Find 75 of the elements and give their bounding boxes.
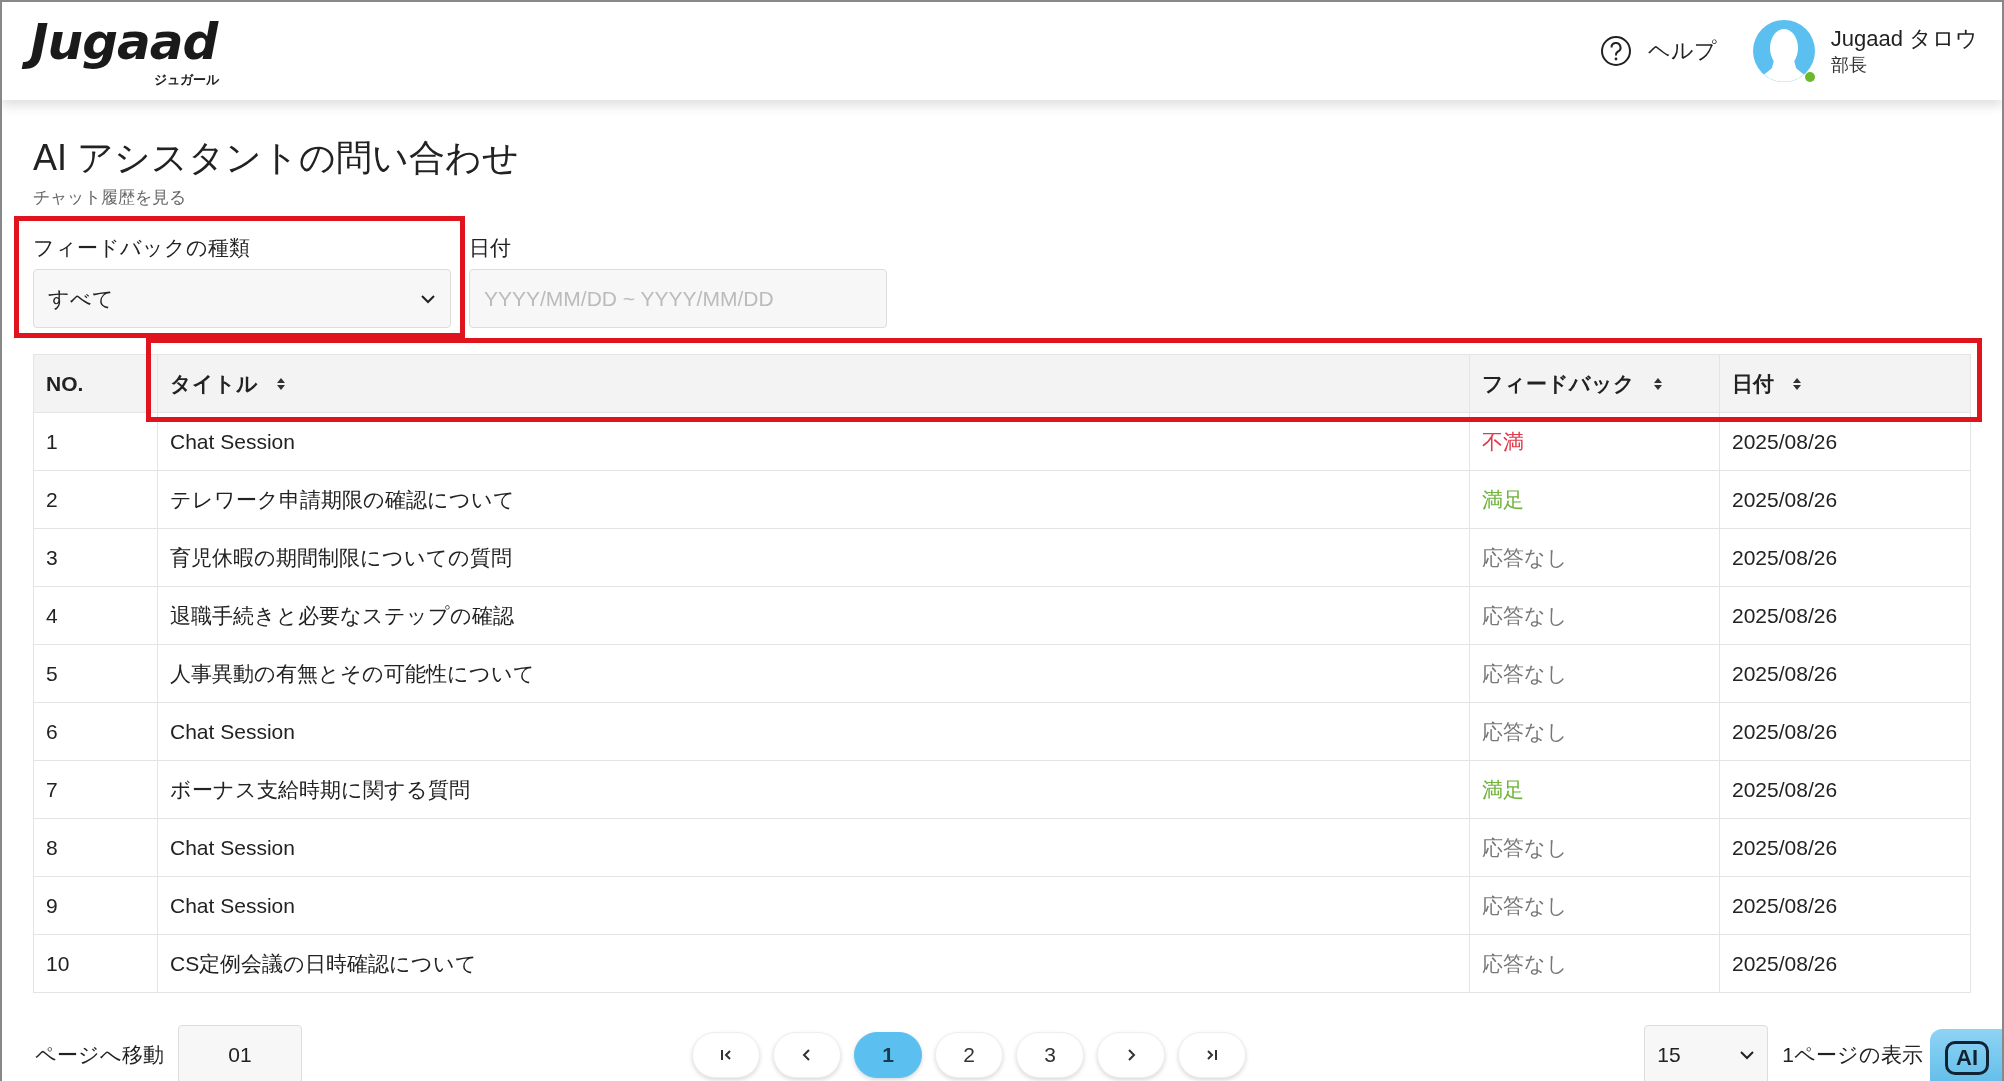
column-header[interactable]: フィードバック <box>1469 355 1719 412</box>
chevron-down-icon <box>420 293 436 304</box>
feedback-type-select[interactable]: すべて <box>33 269 451 328</box>
feedback-status: 応答なし <box>1482 660 1568 687</box>
chevron-down-icon <box>1739 1050 1756 1060</box>
row-number: 1 <box>33 413 157 470</box>
page-button[interactable]: 2 <box>935 1032 1003 1078</box>
feedback-status: 応答なし <box>1482 950 1568 977</box>
user-role: 部長 <box>1830 54 1868 77</box>
page-subtitle: チャット履歴を見る <box>33 188 186 207</box>
page-button[interactable]: 3 <box>1016 1032 1084 1078</box>
logo-subtitle: ジュガール <box>154 71 220 87</box>
page-title: AI アシスタントの問い合わせ <box>33 136 519 180</box>
chat-title[interactable]: 人事異動の有無とその可能性について <box>170 659 535 688</box>
date-cell: 2025/08/26 <box>1719 529 1971 586</box>
feedback-status: 応答なし <box>1482 834 1568 861</box>
user-name: Jugaad タロウ <box>1830 25 1978 53</box>
per-page-label: 1ページの表示 <box>1782 1042 1923 1068</box>
date-range-field[interactable]: YYYY/MM/DD ~ YYYY/MM/DD <box>469 269 887 328</box>
avatar-icon[interactable] <box>1752 20 1815 82</box>
feedback-status: 応答なし <box>1482 892 1568 919</box>
date-cell: 2025/08/26 <box>1719 645 1971 702</box>
chat-title[interactable]: Chat Session <box>170 429 295 454</box>
chat-title[interactable]: 退職手続きと必要なステップの確認 <box>170 601 514 630</box>
last-page-icon <box>1204 1047 1220 1063</box>
ai-assistant-button[interactable]: AI <box>1930 1029 2002 1081</box>
column-header[interactable]: 日付 <box>1719 355 1971 412</box>
feedback-status: 応答なし <box>1482 602 1568 629</box>
date-cell: 2025/08/26 <box>1719 703 1971 760</box>
sort-icon[interactable] <box>276 376 286 391</box>
feedback-status: 不満 <box>1482 428 1524 455</box>
row-number: 9 <box>33 877 157 934</box>
sort-icon[interactable] <box>1653 376 1663 391</box>
chat-title[interactable]: Chat Session <box>170 835 295 860</box>
per-page-select[interactable]: 15 <box>1644 1025 1769 1081</box>
row-number: 8 <box>33 819 157 876</box>
first-page-icon <box>718 1047 734 1063</box>
date-cell: 2025/08/26 <box>1719 587 1971 644</box>
help-icon <box>1599 35 1632 67</box>
feedback-status: 満足 <box>1482 486 1524 513</box>
page-jump-label: ページへ移動 <box>35 1042 164 1068</box>
sort-icon[interactable] <box>1792 376 1802 391</box>
feedback-status: 応答なし <box>1482 544 1568 571</box>
feedback-status: 満足 <box>1482 776 1524 803</box>
chat-title[interactable]: Chat Session <box>170 893 295 918</box>
row-number: 5 <box>33 645 157 702</box>
help-button[interactable]: ヘルプ <box>1599 35 1717 67</box>
row-number: 10 <box>33 935 157 992</box>
chat-title[interactable]: Chat Session <box>170 719 295 744</box>
column-header: NO. <box>33 355 157 412</box>
date-cell: 2025/08/26 <box>1719 819 1971 876</box>
date-cell: 2025/08/26 <box>1719 877 1971 934</box>
next-page-button[interactable] <box>1097 1032 1165 1078</box>
row-number: 7 <box>33 761 157 818</box>
page-button[interactable]: 1 <box>854 1032 922 1078</box>
row-number: 4 <box>33 587 157 644</box>
row-number: 6 <box>33 703 157 760</box>
date-cell: 2025/08/26 <box>1719 471 1971 528</box>
chat-title[interactable]: ボーナス支給時期に関する質問 <box>170 775 470 804</box>
previous-page-button[interactable] <box>773 1032 841 1078</box>
date-cell: 2025/08/26 <box>1719 761 1971 818</box>
row-number: 2 <box>33 471 157 528</box>
first-page-button[interactable] <box>692 1032 760 1078</box>
feedback-status: 応答なし <box>1482 718 1568 745</box>
page-jump-field[interactable]: 01 <box>178 1025 302 1081</box>
field-label: フィードバックの種類 <box>33 235 250 261</box>
chat-title[interactable]: 育児休暇の期間制限についての質問 <box>170 543 512 572</box>
row-number: 3 <box>33 529 157 586</box>
field-label: 日付 <box>469 235 511 261</box>
last-page-button[interactable] <box>1178 1032 1246 1078</box>
date-cell: 2025/08/26 <box>1719 935 1971 992</box>
chat-title[interactable]: テレワーク申請期限の確認について <box>170 485 515 514</box>
column-header[interactable]: タイトル <box>157 355 1469 412</box>
date-cell: 2025/08/26 <box>1719 413 1971 470</box>
chat-title[interactable]: CS定例会議の日時確認について <box>170 949 478 978</box>
